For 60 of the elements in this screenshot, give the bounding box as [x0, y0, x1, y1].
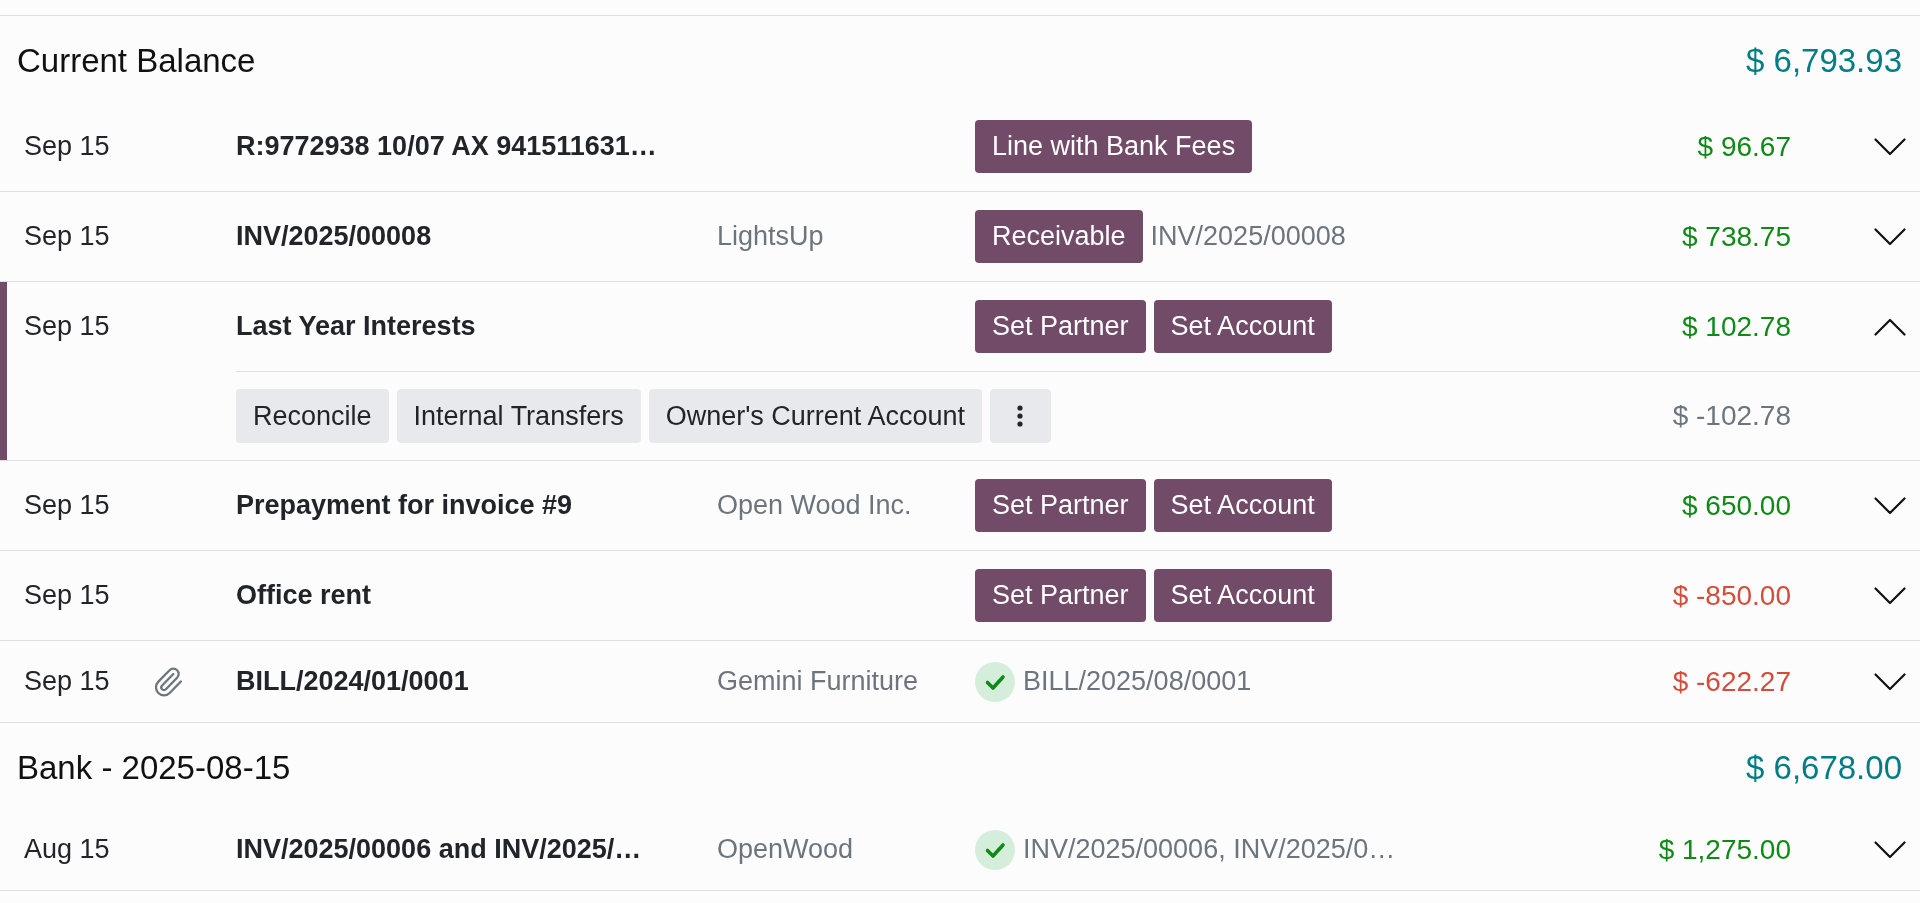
transaction-label: Prepayment for invoice #9 — [236, 490, 573, 521]
action-button[interactable]: Receivable — [975, 210, 1143, 263]
reference-text: INV/2025/00008 — [1150, 220, 1346, 254]
transaction-row[interactable]: Sep 15 Prepayment for invoice #9 Open Wood Inc. Set Partner Set Account $ 650.00 — [0, 461, 1920, 551]
chevron-down-icon[interactable] — [1874, 840, 1906, 859]
transaction-row[interactable]: Sep 15 INV/2025/00008 LightsUp Receivable INV/2025/00008 $ 738.75 — [0, 192, 1920, 282]
amount-text: $ -102.78 — [1672, 400, 1791, 431]
option-button[interactable]: Reconcile — [236, 389, 389, 443]
amount-text: $ 96.67 — [1697, 130, 1791, 162]
action-button[interactable]: Set Account — [1153, 300, 1332, 353]
action-button[interactable]: Line with Bank Fees — [975, 120, 1253, 173]
chevron-down-icon[interactable] — [1874, 137, 1906, 156]
transaction-row[interactable]: Aug 15 INV/2025/00006 and INV/2025/… OpenWood INV/2025/00006, INV/2025/0… $ 1,275.00 — [0, 809, 1920, 891]
chevron-down-icon[interactable] — [1874, 586, 1906, 605]
chevron-up-icon[interactable] — [1874, 317, 1906, 336]
action-button[interactable]: Set Account — [1153, 569, 1332, 622]
option-button[interactable]: Owner's Current Account — [648, 389, 982, 443]
reference-text: BILL/2025/08/0001 — [1023, 665, 1252, 699]
transaction-row[interactable]: Sep 15 BILL/2024/01/0001 Gemini Furniture BILL/2025/08/0001 $ -622.27 — [0, 641, 1920, 723]
chevron-down-icon[interactable] — [1874, 672, 1906, 691]
amount-text: $ 650.00 — [1682, 489, 1791, 521]
amount-text: $ 1,275.00 — [1658, 833, 1791, 865]
action-button[interactable]: Set Account — [1153, 479, 1332, 532]
amount-text: $ 102.78 — [1682, 310, 1791, 342]
action-button[interactable]: Set Partner — [975, 300, 1146, 353]
transaction-label: Office rent — [236, 580, 372, 611]
transaction-label: Last Year Interests — [236, 311, 476, 342]
transaction-date: Sep 15 — [24, 311, 110, 342]
paperclip-icon[interactable] — [152, 665, 184, 698]
transaction-label: BILL/2024/01/0001 — [236, 666, 469, 697]
action-button[interactable]: Set Partner — [975, 479, 1146, 532]
partner-name: LightsUp — [717, 221, 824, 252]
balance-amount: $ 6,678.00 — [1746, 747, 1902, 788]
transaction-date: Sep 15 — [24, 580, 110, 611]
section-title: Current Balance — [17, 40, 256, 81]
transaction-row[interactable]: Sep 15 Office rent Set Partner Set Account $ -850.00 — [0, 551, 1920, 641]
amount-text: $ -850.00 — [1672, 579, 1791, 611]
transaction-date: Sep 15 — [24, 131, 110, 162]
chevron-down-icon[interactable] — [1874, 496, 1906, 515]
vertical-dots-icon — [1017, 405, 1024, 427]
amount-text: $ 738.75 — [1682, 220, 1791, 252]
partner-name: Open Wood Inc. — [717, 490, 912, 521]
transaction-label: R:9772938 10/07 AX 941511631… — [236, 131, 657, 162]
transaction-row[interactable]: Sep 15 Last Year Interests Set Partner Set Account $ 102.78 Reconcile Internal Transfers Owner's Current Account $ -102.78 — [0, 282, 1920, 461]
transaction-date: Sep 15 — [24, 221, 110, 252]
amount-text: $ -622.27 — [1672, 665, 1791, 697]
action-button[interactable]: Set Partner — [975, 569, 1146, 622]
partner-name: OpenWood — [717, 834, 854, 865]
transaction-label: INV/2025/00008 — [236, 221, 432, 252]
chevron-down-icon[interactable] — [1874, 227, 1906, 246]
transaction-date: Sep 15 — [24, 666, 110, 697]
section-title: Bank - 2025-08-15 — [17, 747, 291, 788]
transaction-label: INV/2025/00006 and INV/2025/… — [236, 834, 642, 865]
option-button[interactable]: Internal Transfers — [396, 389, 641, 443]
transaction-date: Aug 15 — [24, 834, 110, 865]
transaction-date: Sep 15 — [24, 490, 110, 521]
transaction-row[interactable]: Sep 15 R:9772938 10/07 AX 941511631… Line with Bank Fees $ 96.67 — [0, 102, 1920, 192]
reference-text: INV/2025/00006, INV/2025/0… — [1023, 833, 1396, 867]
balance-amount: $ 6,793.93 — [1746, 40, 1902, 81]
partner-name: Gemini Furniture — [717, 666, 919, 697]
